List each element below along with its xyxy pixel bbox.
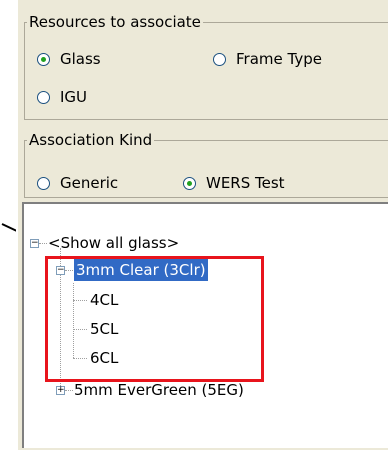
expand-icon[interactable]: + [56,386,65,395]
radio-glass-label: Glass [60,50,101,68]
radio-wers-test-label: WERS Test [206,174,285,192]
collapse-icon[interactable]: − [30,239,39,248]
resources-group: Resources to associate Glass Frame Type … [24,12,388,120]
radio-wers-test[interactable]: WERS Test [183,173,285,193]
radio-glass[interactable]: Glass [37,49,101,69]
radio-glass-indicator[interactable] [37,52,50,66]
association-kind-title: Association Kind [27,130,155,150]
radio-frame-type-label: Frame Type [236,50,322,68]
resources-group-title: Resources to associate [27,12,203,32]
radio-frame-type-indicator[interactable] [213,52,226,66]
highlight-box [45,256,264,382]
radio-generic[interactable]: Generic [37,173,118,193]
tree-connector [39,243,47,244]
radio-frame-type[interactable]: Frame Type [213,49,322,69]
tree-node-show-all-glass[interactable]: <Show all glass> [48,232,179,254]
radio-generic-indicator[interactable] [37,176,50,190]
radio-igu-indicator[interactable] [37,90,50,104]
tree-connector [65,390,73,391]
association-kind-group: Association Kind Generic WERS Test [24,130,388,198]
tree-node-5mm-evergreen[interactable]: 5mm EverGreen (5EG) [74,379,244,401]
radio-wers-test-indicator[interactable] [183,176,196,190]
radio-igu[interactable]: IGU [37,87,87,107]
radio-igu-label: IGU [60,88,88,106]
association-panel: Resources to associate Glass Frame Type … [16,0,388,450]
radio-generic-label: Generic [60,174,119,192]
